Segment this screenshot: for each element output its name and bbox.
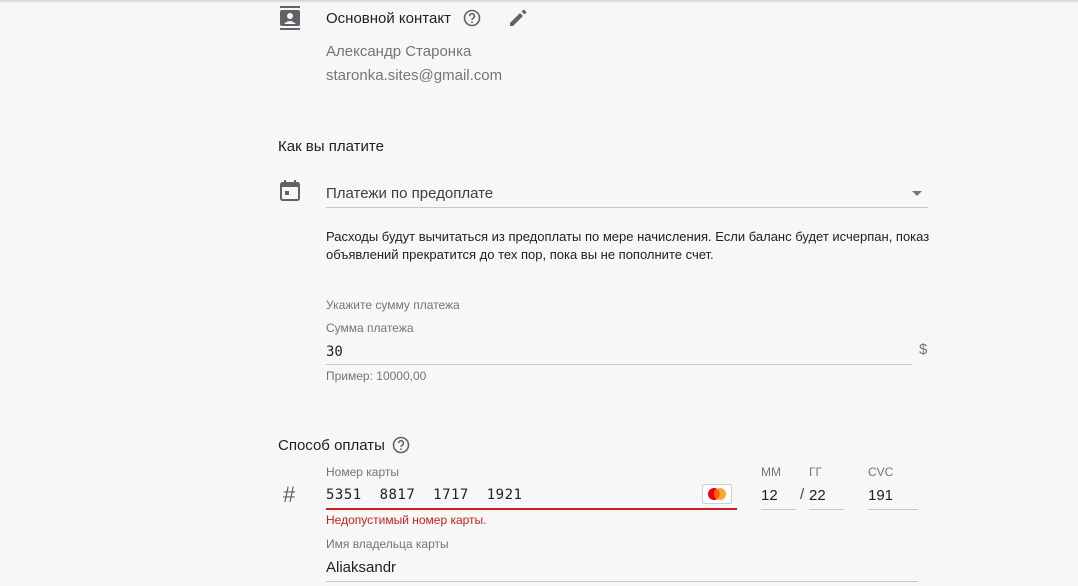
card-number-error: Недопустимый номер карты. (326, 513, 487, 527)
card-holder-input[interactable] (326, 554, 918, 582)
currency-symbol: $ (919, 341, 928, 358)
calendar-icon (280, 180, 300, 201)
date-separator: / (800, 486, 805, 503)
card-number-input[interactable] (326, 482, 737, 510)
mm-label: ММ (761, 465, 781, 479)
card-number-label: Номер карты (326, 465, 399, 479)
method-section-title: Способ оплаты (278, 437, 385, 454)
cvc-label: CVC (868, 465, 894, 479)
contact-email: staronka.sites@gmail.com (326, 67, 503, 84)
mastercard-icon (702, 484, 732, 504)
contact-name: Александр Старонка (326, 43, 472, 60)
contact-card-icon (280, 6, 300, 30)
help-icon[interactable] (463, 9, 481, 27)
amount-hint: Укажите сумму платежа (326, 298, 460, 312)
amount-label: Сумма платежа (326, 321, 414, 335)
top-shadow (0, 0, 1078, 3)
help-icon[interactable] (392, 436, 410, 454)
amount-input[interactable] (326, 339, 912, 365)
yy-label: ГГ (809, 465, 822, 479)
payment-description: Расходы будут вычитаться из предоплаты п… (326, 228, 936, 264)
card-number-icon: # (283, 482, 296, 507)
amount-example: Пример: 10000,00 (326, 369, 427, 383)
cvc-input[interactable] (868, 482, 918, 510)
payment-type-select[interactable]: Платежи по предоплате (326, 180, 928, 208)
payment-description-line-1: Расходы будут вычитаться из предоплаты п… (326, 229, 930, 244)
payment-section-title: Как вы платите (278, 138, 384, 155)
payment-description-line-2: объявлений прекратится до тех пор, пока … (326, 247, 714, 262)
expiry-month-input[interactable] (761, 482, 796, 510)
edit-pencil-icon[interactable] (508, 8, 528, 28)
contact-title: Основной контакт (326, 10, 451, 27)
dropdown-caret-icon (912, 191, 922, 196)
expiry-year-input[interactable] (809, 482, 844, 510)
payment-type-value: Платежи по предоплате (326, 185, 494, 202)
holder-label: Имя владельца карты (326, 537, 449, 551)
